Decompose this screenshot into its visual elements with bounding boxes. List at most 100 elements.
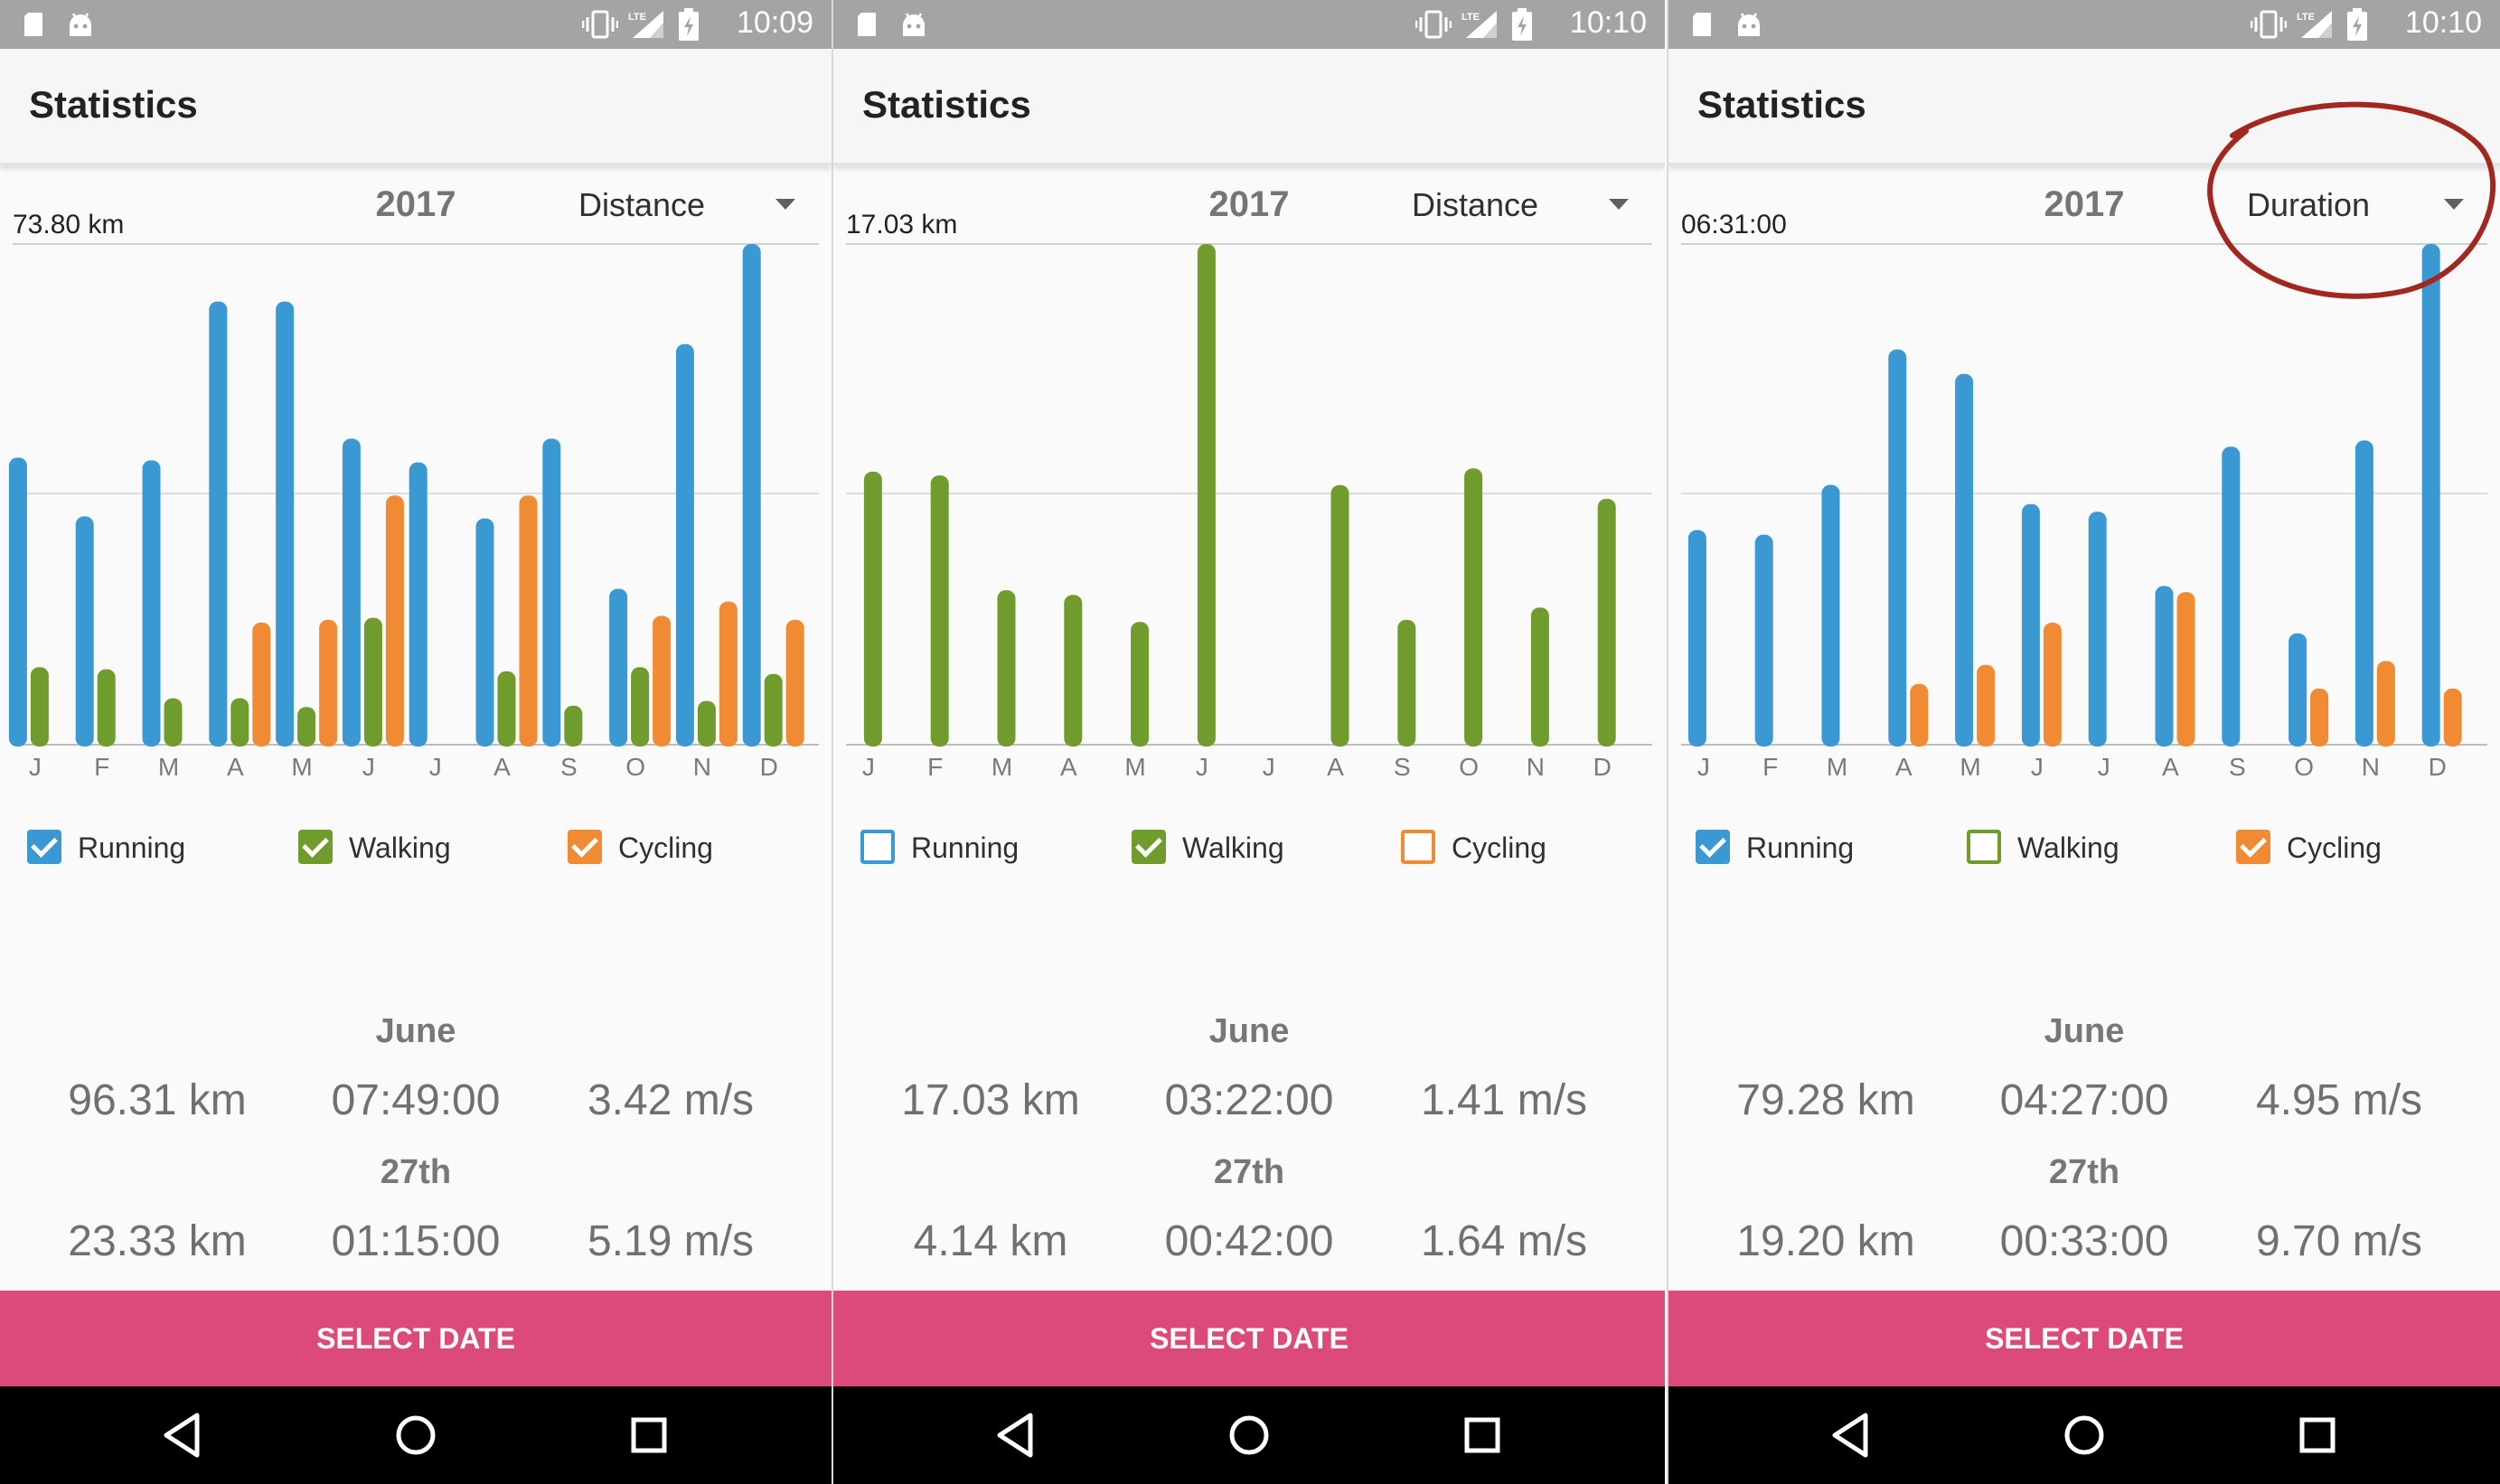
x-tick-label: D bbox=[760, 753, 778, 781]
bar-running-12 bbox=[2421, 244, 2440, 747]
bar-walking-1 bbox=[863, 471, 882, 747]
bar-walking-9 bbox=[1397, 619, 1416, 747]
select-date-button[interactable]: SELECT DATE bbox=[833, 1291, 1665, 1386]
checkbox-unchecked-icon[interactable] bbox=[1401, 830, 1435, 864]
select-date-button[interactable]: SELECT DATE bbox=[0, 1291, 832, 1386]
bar-running-5 bbox=[276, 301, 295, 747]
status-bar: LTE 10:09 bbox=[0, 0, 832, 49]
x-tick-label: J bbox=[862, 753, 875, 781]
checkbox-checked-icon[interactable] bbox=[2236, 830, 2270, 864]
back-icon[interactable] bbox=[978, 1399, 1050, 1471]
x-tick-label: N bbox=[2362, 753, 2380, 781]
bar-walking-8 bbox=[497, 671, 516, 747]
bar-walking-8 bbox=[1330, 484, 1349, 747]
day-distance-value: 23.33 km bbox=[68, 1217, 247, 1265]
bar-cycling-12 bbox=[785, 619, 804, 747]
legend-checkbox-cycling[interactable]: Cycling bbox=[568, 826, 785, 871]
x-tick-label: M bbox=[291, 753, 312, 781]
x-tick-label: F bbox=[94, 753, 109, 781]
recent-apps-icon[interactable] bbox=[2281, 1399, 2354, 1471]
month-duration-value: 07:49:00 bbox=[331, 1076, 501, 1124]
x-tick-label: A bbox=[227, 753, 244, 781]
legend-checkbox-walking[interactable]: Walking bbox=[1132, 826, 1349, 871]
bar-running-3 bbox=[142, 460, 161, 747]
svg-text:LTE: LTE bbox=[2297, 12, 2315, 23]
legend-checkbox-running[interactable]: Running bbox=[860, 826, 1077, 871]
navigation-bar bbox=[1668, 1386, 2500, 1484]
bar-cycling-8 bbox=[2176, 592, 2195, 747]
selected-month: June bbox=[375, 1012, 456, 1050]
checkbox-unchecked-icon[interactable] bbox=[860, 830, 895, 864]
metric-dropdown[interactable]: Distance bbox=[560, 181, 813, 231]
x-tick-label: J bbox=[1196, 753, 1208, 781]
x-tick-label: M bbox=[992, 753, 1012, 781]
checkbox-checked-icon[interactable] bbox=[568, 830, 602, 864]
page-title: Statistics bbox=[29, 83, 198, 126]
bar-running-7 bbox=[409, 462, 428, 747]
bar-cycling-4 bbox=[252, 622, 271, 747]
recent-apps-icon[interactable] bbox=[613, 1399, 685, 1471]
home-icon[interactable] bbox=[1213, 1399, 1285, 1471]
legend-label: Cycling bbox=[1452, 831, 1546, 864]
x-tick-label: J bbox=[1697, 753, 1710, 781]
select-date-button[interactable]: SELECT DATE bbox=[1668, 1291, 2500, 1386]
checkbox-checked-icon[interactable] bbox=[27, 830, 61, 864]
legend-label: Walking bbox=[349, 831, 451, 864]
bar-walking-9 bbox=[564, 705, 583, 747]
x-tick-label: S bbox=[1394, 753, 1411, 781]
legend-checkbox-running[interactable]: Running bbox=[1696, 826, 1913, 871]
bar-running-4 bbox=[1888, 349, 1907, 747]
bar-cycling-11 bbox=[2376, 661, 2395, 747]
x-tick-label: D bbox=[2429, 753, 2447, 781]
x-tick-label: O bbox=[2294, 753, 2314, 781]
bar-walking-5 bbox=[297, 707, 316, 747]
checkbox-checked-icon[interactable] bbox=[1132, 830, 1166, 864]
legend-label: Cycling bbox=[618, 831, 713, 864]
bar-cycling-8 bbox=[519, 495, 538, 747]
legend-checkbox-running[interactable]: Running bbox=[27, 826, 244, 871]
monthly-bar-chart: JFMAMJJASOND bbox=[0, 233, 832, 786]
x-tick-label: J bbox=[429, 753, 442, 781]
month-duration-value: 03:22:00 bbox=[1164, 1076, 1334, 1124]
phone-screen-3: LTE 10:10 Statistics 2017 Duration 06:31:00 J F… bbox=[1668, 0, 2500, 1484]
bar-running-2 bbox=[75, 516, 94, 747]
bar-walking-11 bbox=[697, 700, 716, 747]
legend-checkbox-walking[interactable]: Walking bbox=[1967, 826, 2184, 871]
x-tick-label: A bbox=[1895, 753, 1913, 781]
bar-walking-12 bbox=[764, 673, 783, 747]
x-tick-label: A bbox=[1060, 753, 1077, 781]
x-tick-label: J bbox=[2031, 753, 2044, 781]
checkbox-checked-icon[interactable] bbox=[298, 830, 333, 864]
legend-checkbox-walking[interactable]: Walking bbox=[298, 826, 515, 871]
x-tick-label: M bbox=[1827, 753, 1847, 781]
app-bar: Statistics bbox=[0, 49, 832, 166]
bar-running-6 bbox=[2021, 503, 2040, 747]
legend-checkbox-cycling[interactable]: Cycling bbox=[2236, 826, 2453, 871]
bar-cycling-12 bbox=[2443, 688, 2462, 747]
back-icon[interactable] bbox=[1813, 1399, 1885, 1471]
metric-dropdown[interactable]: Duration bbox=[2229, 181, 2482, 231]
x-tick-label: D bbox=[1593, 753, 1612, 781]
bar-walking-6 bbox=[1197, 244, 1216, 747]
home-icon[interactable] bbox=[380, 1399, 452, 1471]
screenshot-composite: LTE 10:09 Statistics 2017 Distance 73.80 km J F… bbox=[0, 0, 2500, 1484]
bar-cycling-5 bbox=[319, 619, 338, 747]
bar-running-1 bbox=[1687, 530, 1706, 747]
metric-dropdown[interactable]: Distance bbox=[1394, 181, 1647, 231]
day-speed-value: 9.70 m/s bbox=[2255, 1217, 2423, 1265]
x-tick-label: J bbox=[1263, 753, 1275, 781]
back-icon[interactable] bbox=[145, 1399, 217, 1471]
checkbox-unchecked-icon[interactable] bbox=[1967, 830, 2001, 864]
recent-apps-icon[interactable] bbox=[1446, 1399, 1518, 1471]
chart-svg: JFMAMJJASOND bbox=[846, 243, 1652, 781]
month-duration-value: 04:27:00 bbox=[1999, 1076, 2169, 1124]
legend-checkbox-cycling[interactable]: Cycling bbox=[1401, 826, 1618, 871]
selected-day: 27th bbox=[1213, 1153, 1285, 1191]
status-time: 10:10 bbox=[2404, 5, 2482, 40]
dropdown-arrow-icon bbox=[775, 199, 795, 210]
legend-label: Walking bbox=[2017, 831, 2119, 864]
monthly-bar-chart: JFMAMJJASOND bbox=[1668, 233, 2500, 786]
checkbox-checked-icon[interactable] bbox=[1696, 830, 1730, 864]
home-icon[interactable] bbox=[2048, 1399, 2120, 1471]
metric-dropdown-value: Distance bbox=[578, 186, 706, 223]
